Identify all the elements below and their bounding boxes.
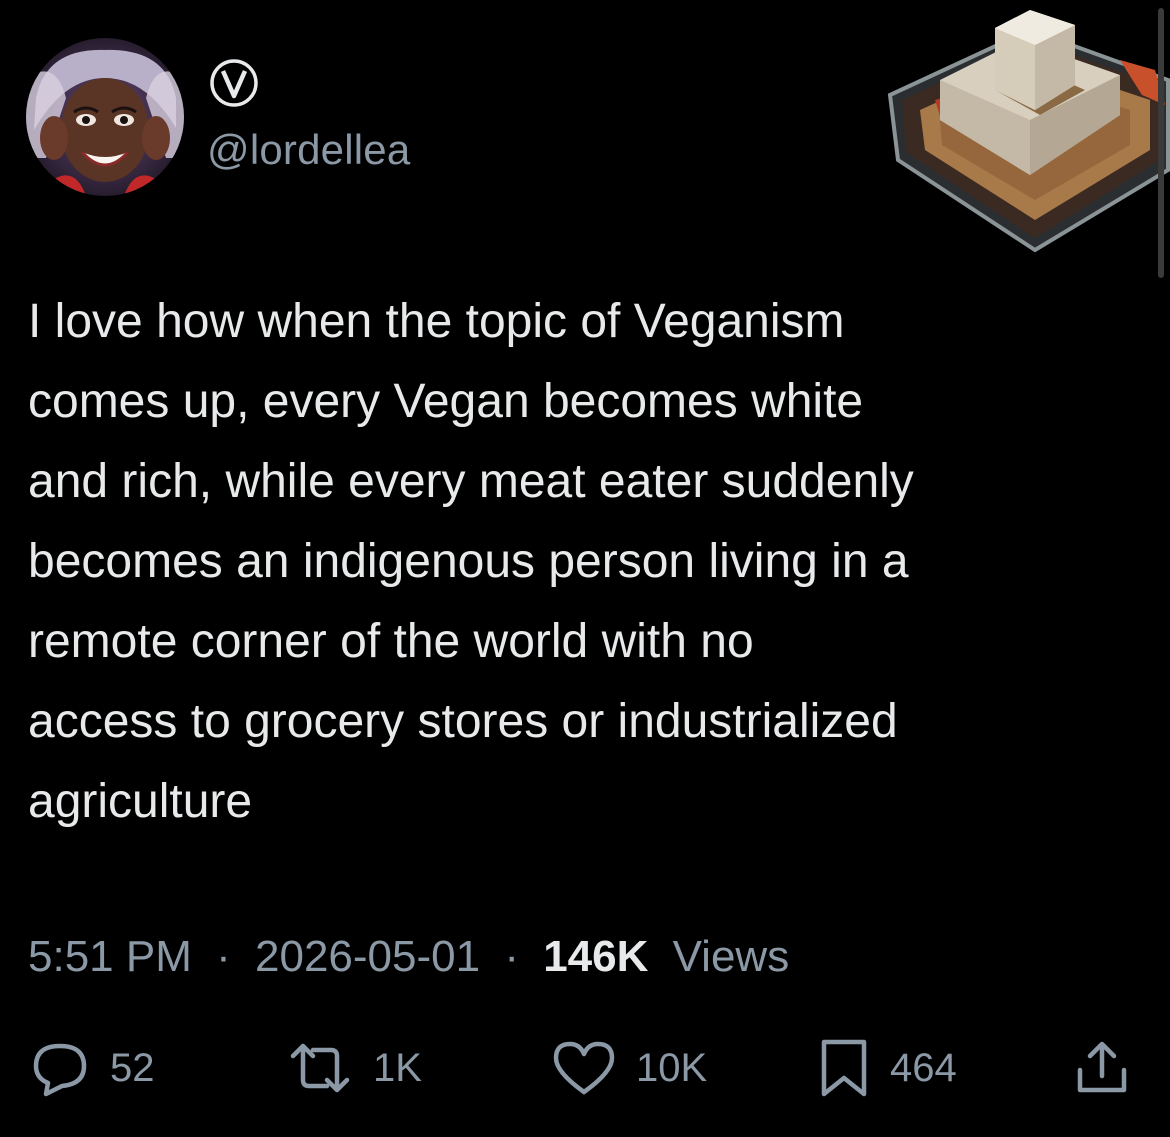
tweet-text-line: I love how when the topic of Veganism [28,295,845,348]
tweet-card: @lordellea I love how when the topic of … [0,0,1170,1137]
verified-v-icon [209,58,259,108]
tweet-text-line: becomes an indigenous person living in a [28,535,909,588]
reply-count: 52 [110,1045,155,1090]
tweet-meta: 5:51 PM · 2026-05-01 · 146K Views [28,925,789,989]
attached-food-image[interactable] [880,0,1170,262]
like-button[interactable]: 10K [550,1036,707,1100]
tweet-time[interactable]: 5:51 PM [28,932,192,981]
retweet-count: 1K [373,1045,422,1090]
retweet-icon [290,1043,350,1093]
avatar-image [26,38,184,196]
tweet-text-line: remote corner of the world with no [28,615,754,668]
tweet-text-line: access to grocery stores or industrializ… [28,695,898,748]
tweet-text-line: and rich, while every meat eater suddenl… [28,455,914,508]
like-count: 10K [636,1045,708,1090]
meta-separator: · [504,932,519,981]
reply-button[interactable]: 52 [28,1036,155,1100]
avatar[interactable] [26,38,184,196]
bookmark-button[interactable]: 464 [816,1036,957,1100]
bookmark-count: 464 [890,1045,957,1090]
scrollbar[interactable] [1158,8,1164,278]
tweet-text: I love how when the topic of Veganism co… [28,282,1148,842]
share-icon [1077,1041,1127,1093]
reply-icon [33,1043,87,1097]
views-count[interactable]: 146K [543,932,648,981]
food-photo [880,0,1170,262]
tweet-text-line: comes up, every Vegan becomes white [28,375,864,428]
tweet-text-line: agriculture [28,775,253,828]
share-button[interactable] [1070,1036,1134,1100]
heart-icon [553,1041,615,1095]
author-handle[interactable]: @lordellea [207,123,410,177]
tweet-date[interactable]: 2026-05-01 [255,932,480,981]
views-label[interactable]: Views [673,932,790,981]
meta-separator: · [216,932,231,981]
retweet-button[interactable]: 1K [285,1036,422,1100]
bookmark-icon [821,1039,867,1097]
